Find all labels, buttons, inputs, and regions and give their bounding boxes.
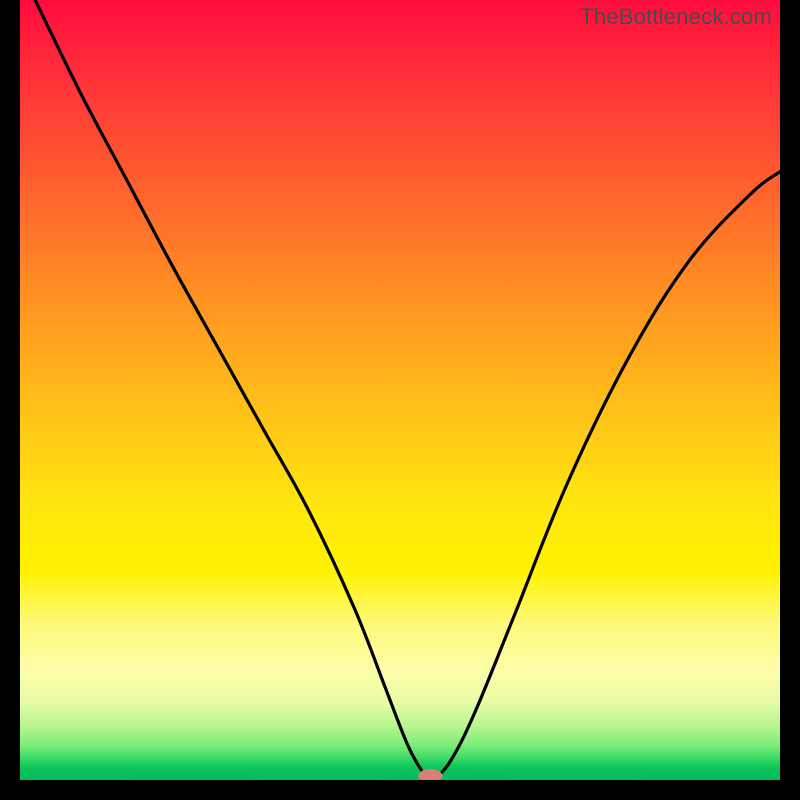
chart-frame: TheBottleneck.com	[0, 0, 800, 800]
plot-area	[20, 0, 780, 780]
watermark-text: TheBottleneck.com	[580, 4, 772, 30]
bottleneck-curve	[20, 0, 780, 780]
curve-path	[35, 0, 780, 780]
